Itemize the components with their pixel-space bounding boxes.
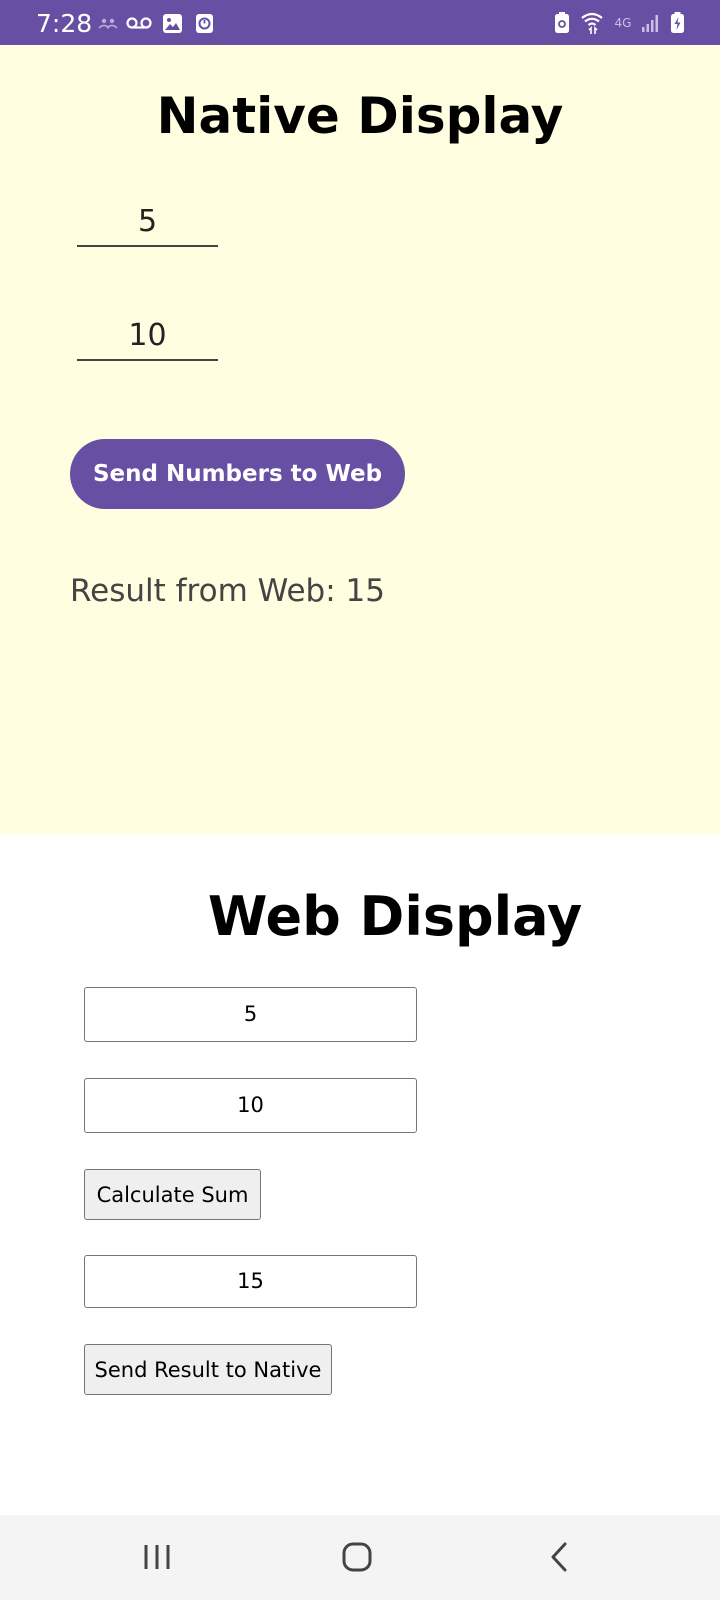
native-number1-field[interactable]: 5 (77, 197, 218, 247)
clock-app-icon (193, 13, 215, 33)
battery-charging-icon (667, 12, 687, 33)
battery-saver-icon (552, 12, 572, 33)
web-title: Web Display (207, 885, 583, 948)
web-result-input[interactable]: 15 (84, 1255, 417, 1308)
home-icon[interactable] (327, 1535, 387, 1579)
calculate-sum-button[interactable]: Calculate Sum (84, 1169, 261, 1220)
send-result-to-native-button[interactable]: Send Result to Native (84, 1344, 332, 1395)
native-title: Native Display (156, 87, 564, 145)
screen: 7:28 4G Native Display 5 10 Send Numbers… (0, 0, 720, 1600)
4g-icon: 4G (614, 16, 632, 30)
status-time: 7:28 (36, 9, 93, 38)
voicemail-icon (126, 13, 152, 33)
people-icon (98, 13, 118, 33)
native-section: Native Display 5 10 Send Numbers to Web … (0, 45, 720, 835)
native-number2-field[interactable]: 10 (77, 311, 218, 361)
send-numbers-to-web-button[interactable]: Send Numbers to Web (70, 439, 405, 509)
status-bar: 7:28 4G (0, 0, 720, 45)
navigation-bar (0, 1515, 720, 1600)
web-number2-input[interactable]: 10 (84, 1078, 417, 1133)
image-icon (161, 13, 183, 33)
web-section: Web Display 5 10 Calculate Sum 15 Send R… (0, 835, 720, 1515)
web-number1-input[interactable]: 5 (84, 987, 417, 1042)
native-result-text: Result from Web: 15 (70, 573, 385, 609)
back-icon[interactable] (529, 1535, 589, 1579)
wifi-icon (580, 12, 604, 34)
recents-icon[interactable] (127, 1535, 187, 1579)
signal-icon (640, 13, 662, 33)
